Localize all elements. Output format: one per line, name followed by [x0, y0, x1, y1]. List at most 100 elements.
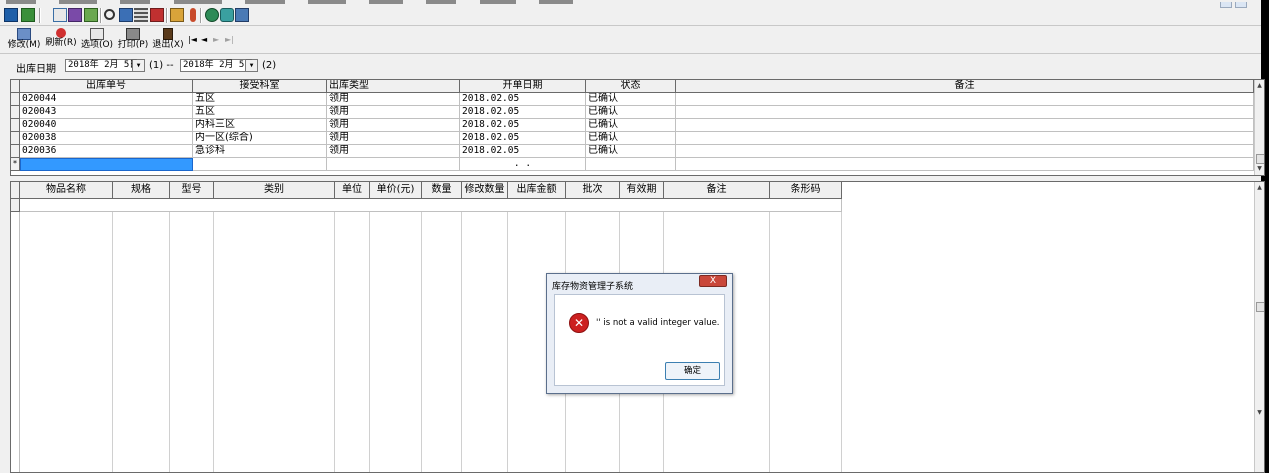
department[interactable]: 急诊科	[193, 145, 327, 158]
out-type[interactable]	[327, 158, 460, 171]
save-icon[interactable]	[21, 8, 35, 22]
out-type[interactable]: 领用	[327, 119, 460, 132]
grid-icon[interactable]	[134, 8, 148, 22]
col-header[interactable]: 有效期	[620, 182, 664, 199]
bill-date[interactable]: 2018.02.05	[460, 132, 586, 145]
folder-icon[interactable]	[170, 8, 184, 22]
remark[interactable]	[676, 119, 1254, 132]
orders-scrollbar[interactable]: ▲ ▼	[1254, 80, 1264, 175]
col-header[interactable]: 出库金额	[508, 182, 566, 199]
col-header[interactable]: 出库单号	[20, 80, 193, 93]
department[interactable]: 内一区(综合)	[193, 132, 327, 145]
col-header[interactable]: 备注	[676, 80, 1254, 93]
bill-date[interactable]: 2018.02.05	[460, 106, 586, 119]
menu-item[interactable]	[426, 0, 457, 4]
minus-circle-icon[interactable]	[205, 8, 219, 22]
department[interactable]: 五区	[193, 106, 327, 119]
remark[interactable]	[676, 93, 1254, 106]
order-no[interactable]: 020043	[20, 106, 193, 119]
search-icon[interactable]	[104, 9, 115, 20]
remark[interactable]	[676, 106, 1254, 119]
menu-item[interactable]	[59, 0, 98, 4]
orders-grid[interactable]: 出库单号 接受科室 出库类型 开单日期 状态 备注 020044 五区 领用 2…	[10, 79, 1265, 176]
department[interactable]	[193, 158, 327, 171]
col-header[interactable]: 单价(元)	[370, 182, 422, 199]
bill-date[interactable]: 2018.02.05	[460, 119, 586, 132]
col-header[interactable]: 接受科室	[193, 80, 327, 93]
row-indicator[interactable]	[11, 93, 20, 106]
menu-item[interactable]	[120, 0, 151, 4]
department[interactable]: 内科三区	[193, 119, 327, 132]
col-header[interactable]: 型号	[170, 182, 214, 199]
items-scrollbar[interactable]: ▲ ▼	[1254, 182, 1264, 472]
ok-button[interactable]: 确定	[665, 362, 720, 380]
list-icon[interactable]	[150, 8, 164, 22]
next-record-icon[interactable]: ►	[213, 35, 219, 44]
row-indicator[interactable]	[11, 199, 20, 212]
col-header[interactable]: 单位	[335, 182, 370, 199]
out-type[interactable]: 领用	[327, 93, 460, 106]
bill-date[interactable]: 2018.02.05	[460, 93, 586, 106]
scroll-thumb[interactable]	[1256, 154, 1264, 164]
col-header[interactable]: 修改数量	[462, 182, 508, 199]
scroll-thumb[interactable]	[1256, 302, 1264, 312]
doc-icon[interactable]	[53, 8, 67, 22]
menu-item[interactable]	[6, 0, 36, 4]
open-icon[interactable]	[4, 8, 18, 22]
report-icon[interactable]	[68, 8, 82, 22]
chevron-down-icon[interactable]: ▼	[245, 60, 257, 71]
remark[interactable]	[676, 132, 1254, 145]
chevron-up-icon[interactable]: ▲	[1255, 183, 1264, 193]
order-no[interactable]: 020044	[20, 93, 193, 106]
chevron-down-icon[interactable]: ▼	[1255, 408, 1264, 418]
empty-row[interactable]	[20, 199, 842, 212]
col-header[interactable]: 开单日期	[460, 80, 586, 93]
menu-item[interactable]	[538, 0, 573, 4]
row-indicator[interactable]	[11, 132, 20, 145]
order-no[interactable]: 020040	[20, 119, 193, 132]
exit-button[interactable]: 退出(X)	[151, 28, 185, 52]
col-header[interactable]: 条形码	[770, 182, 842, 199]
last-record-icon[interactable]: ►|	[225, 35, 234, 44]
date-to-picker[interactable]: 2018年 2月 5日 ▼	[180, 59, 258, 72]
tag-icon[interactable]	[220, 8, 234, 22]
remark[interactable]	[676, 145, 1254, 158]
out-type[interactable]: 领用	[327, 132, 460, 145]
edit-icon[interactable]	[119, 8, 133, 22]
row-indicator[interactable]	[11, 119, 20, 132]
close-icon[interactable]: X	[699, 275, 727, 287]
order-no[interactable]: 020036	[20, 145, 193, 158]
order-no-input[interactable]	[20, 158, 193, 171]
row-indicator[interactable]	[11, 106, 20, 119]
menu-item[interactable]	[369, 0, 404, 4]
row-indicator[interactable]	[11, 145, 20, 158]
col-header[interactable]: 备注	[664, 182, 770, 199]
options-button[interactable]: 选项(O)	[80, 28, 114, 52]
date-from-picker[interactable]: 2018年 2月 5日 ▼	[65, 59, 145, 72]
modify-button[interactable]: 修改(M)	[6, 28, 42, 52]
col-header[interactable]: 状态	[586, 80, 676, 93]
window-icon[interactable]	[235, 8, 249, 22]
department[interactable]: 五区	[193, 93, 327, 106]
status[interactable]: 已确认	[586, 93, 676, 106]
col-header[interactable]: 数量	[422, 182, 462, 199]
col-header[interactable]: 物品名称	[20, 182, 113, 199]
col-header[interactable]: 批次	[566, 182, 620, 199]
status[interactable]: 已确认	[586, 145, 676, 158]
thermometer-icon[interactable]	[190, 8, 196, 22]
chevron-down-icon[interactable]: ▼	[132, 60, 144, 71]
remark[interactable]	[676, 158, 1254, 171]
refresh-button[interactable]: 刷新(R)	[44, 28, 78, 52]
col-header[interactable]: 规格	[113, 182, 170, 199]
status[interactable]: 已确认	[586, 106, 676, 119]
bill-date[interactable]: 2018.02.05	[460, 145, 586, 158]
print-button[interactable]: 打印(P)	[116, 28, 150, 52]
first-record-icon[interactable]: |◄	[188, 35, 197, 44]
order-no[interactable]: 020038	[20, 132, 193, 145]
status[interactable]: 已确认	[586, 132, 676, 145]
menu-item[interactable]	[479, 0, 516, 4]
menu-item[interactable]	[244, 0, 285, 4]
status[interactable]	[586, 158, 676, 171]
chevron-down-icon[interactable]: ▼	[1255, 164, 1264, 174]
bill-date[interactable]: . .	[460, 158, 586, 171]
